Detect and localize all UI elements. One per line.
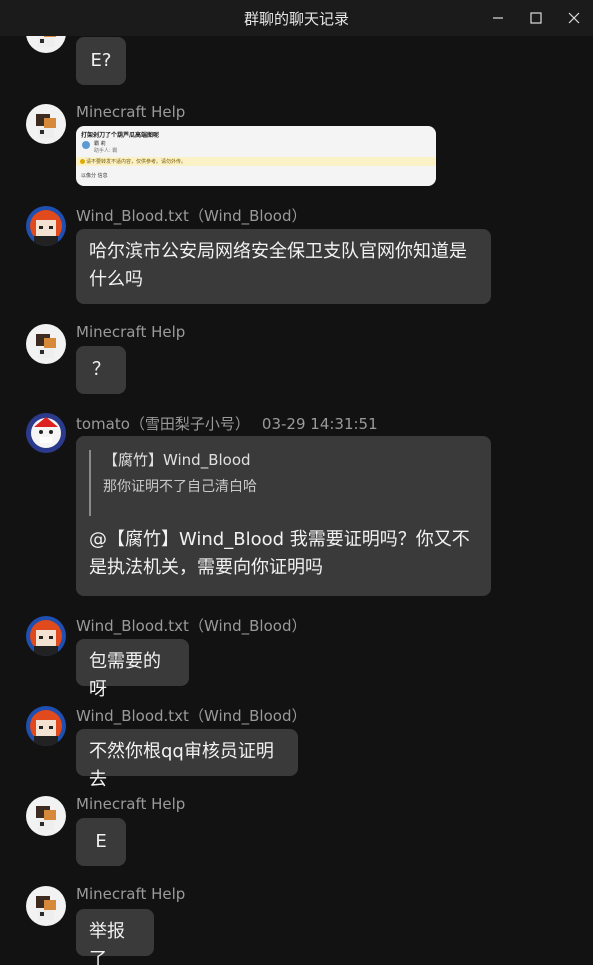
minimize-icon bbox=[493, 17, 503, 19]
message-bubble[interactable]: 包需要的呀 bbox=[76, 639, 189, 700]
image-footer: 以像分 信息 bbox=[81, 173, 108, 179]
message-bubble[interactable]: 哈尔滨市公安局网络安全保卫支队官网你知道是什么吗 bbox=[76, 229, 491, 304]
sender-name: Wind_Blood.txt（Wind_Blood） bbox=[76, 617, 307, 635]
message-bubble[interactable]: ？ bbox=[76, 346, 126, 394]
message-bubble[interactable]: 不然你根qq审核员证明去 bbox=[76, 729, 298, 790]
close-button[interactable] bbox=[555, 0, 593, 36]
image-title: 打架剁刀了个葫芦瓜高端图呢 bbox=[81, 132, 160, 139]
sender-name: Minecraft Help bbox=[76, 795, 186, 813]
warning-icon bbox=[80, 159, 85, 164]
quote-author: 【腐竹】Wind_Blood bbox=[103, 451, 251, 469]
minimize-button[interactable] bbox=[479, 0, 517, 36]
message-text: 哈尔滨市公安局网络安全保卫支队官网你知道是什么吗 bbox=[89, 241, 467, 290]
image-attachment[interactable]: 打架剁刀了个葫芦瓜高端图呢 霸 莉 助手人: 霸 请不要转发不适内容，仅供参考。… bbox=[76, 126, 436, 186]
sender-name: Wind_Blood.txt（Wind_Blood） bbox=[76, 207, 307, 225]
image-avatar-dot bbox=[82, 141, 90, 149]
message-text: 不然你根qq审核员证明去 bbox=[89, 741, 274, 790]
title-bar[interactable]: 群聊的聊天记录 bbox=[0, 0, 593, 36]
avatar-wind-blood[interactable] bbox=[26, 706, 66, 746]
message-text: 举报了 bbox=[89, 921, 125, 965]
sender-name: Minecraft Help bbox=[76, 323, 186, 341]
avatar-tomato[interactable] bbox=[26, 413, 66, 453]
message-bubble[interactable]: E bbox=[76, 818, 126, 866]
avatar-minecraft-help[interactable] bbox=[26, 324, 66, 364]
message-bubble[interactable]: 举报了 bbox=[76, 909, 154, 965]
sender-name: Minecraft Help bbox=[76, 885, 186, 903]
avatar-minecraft-help[interactable] bbox=[26, 104, 66, 144]
message-bubble[interactable]: E? bbox=[76, 37, 126, 85]
image-warning: 请不要转发不适内容，仅供参考。请勿外传。 bbox=[76, 157, 436, 166]
avatar-wind-blood[interactable] bbox=[26, 206, 66, 246]
image-sub: 助手人: 霸 bbox=[94, 148, 118, 154]
avatar-minecraft-help[interactable] bbox=[26, 796, 66, 836]
image-name: 霸 莉 bbox=[94, 141, 106, 147]
sender-name: Minecraft Help bbox=[76, 103, 186, 121]
window-controls bbox=[479, 0, 593, 36]
message-text: ？ bbox=[92, 359, 110, 380]
message-text: E bbox=[95, 831, 107, 852]
close-icon bbox=[568, 12, 580, 24]
avatar-minecraft-help[interactable] bbox=[26, 886, 66, 926]
message-text: 包需要的呀 bbox=[89, 651, 161, 700]
maximize-button[interactable] bbox=[517, 0, 555, 36]
window-title: 群聊的聊天记录 bbox=[243, 9, 349, 28]
maximize-icon bbox=[530, 12, 542, 24]
chat-history-window: E? Minecraft Help 打架剁刀了个葫芦瓜高端图呢 霸 莉 助手人:… bbox=[0, 0, 593, 965]
message-timestamp: 03-29 14:31:51 bbox=[261, 415, 378, 433]
message-list[interactable]: E? Minecraft Help 打架剁刀了个葫芦瓜高端图呢 霸 莉 助手人:… bbox=[0, 0, 593, 965]
sender-name: tomato（雪田梨子小号） 03-29 14:31:51 bbox=[76, 415, 378, 433]
reply-quote[interactable]: 【腐竹】Wind_Blood 那你证明不了自己清白哈 bbox=[89, 450, 257, 516]
sender-name: Wind_Blood.txt（Wind_Blood） bbox=[76, 707, 307, 725]
message-text: E? bbox=[90, 50, 112, 71]
message-text: @【腐竹】Wind_Blood 我需要证明吗？你又不是执法机关，需要向你证明吗 bbox=[89, 529, 470, 578]
avatar-wind-blood[interactable] bbox=[26, 616, 66, 656]
quote-text: 那你证明不了自己清白哈 bbox=[103, 479, 257, 495]
message-text-block: @【腐竹】Wind_Blood 我需要证明吗？你又不是执法机关，需要向你证明吗 bbox=[76, 526, 491, 586]
